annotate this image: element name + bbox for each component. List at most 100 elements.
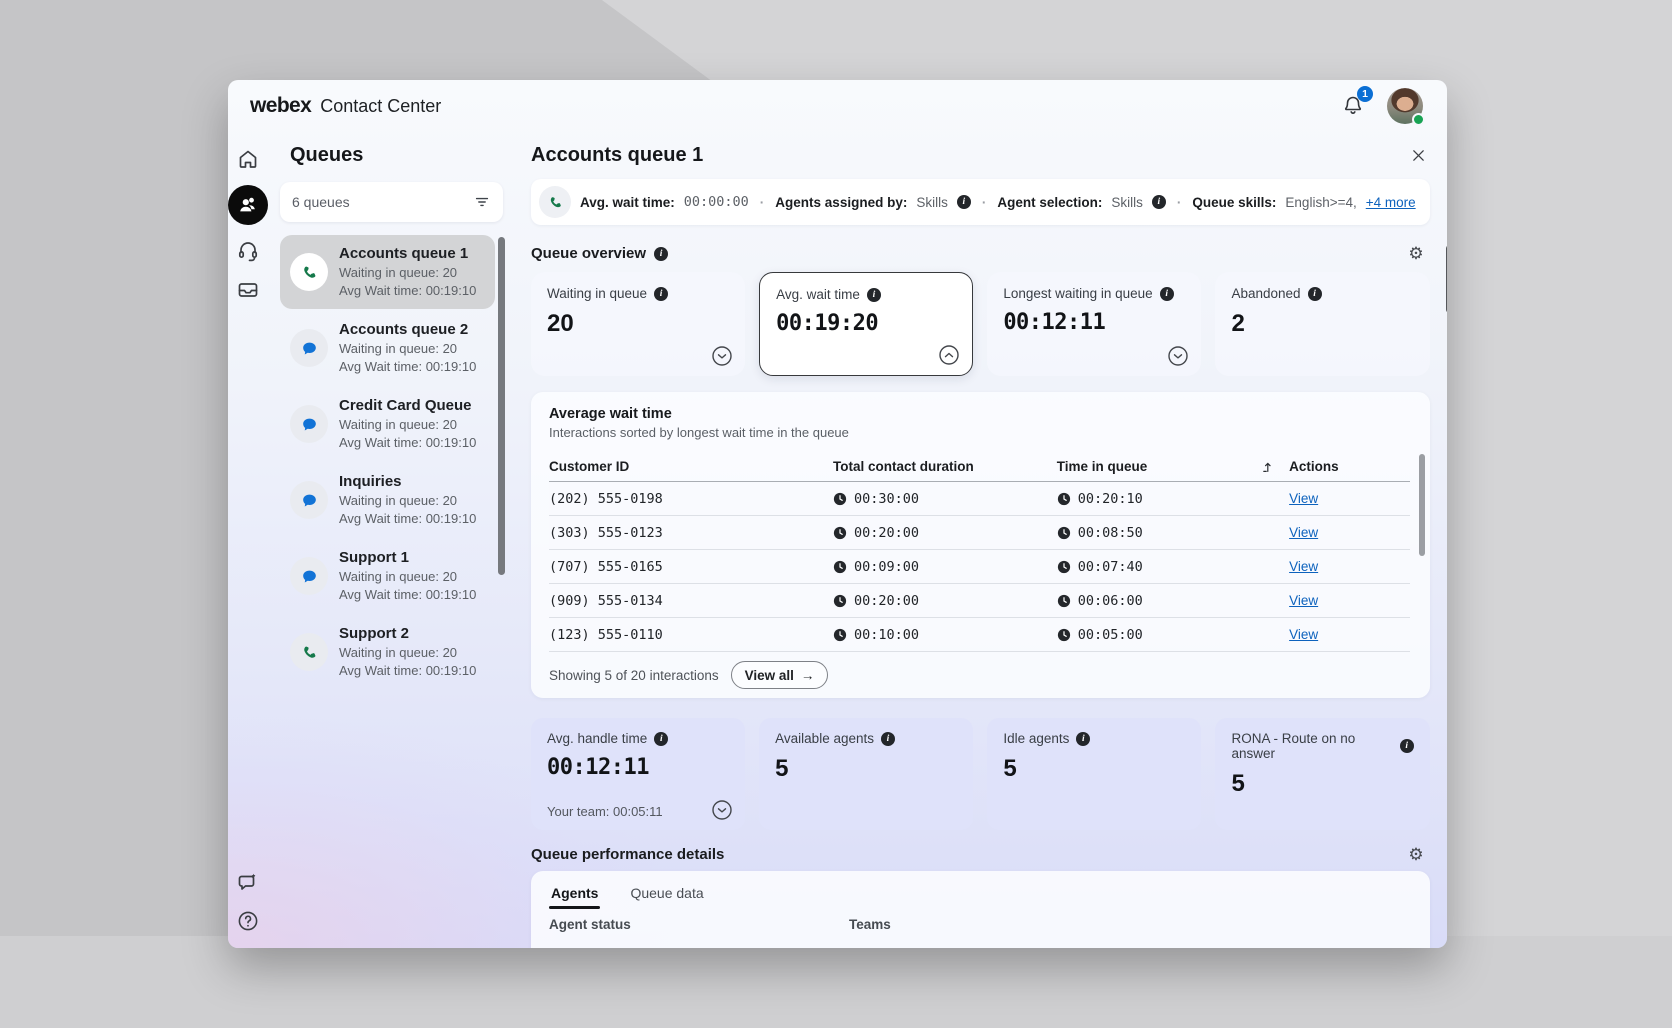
avg-wait-label: Avg. wait time:: [580, 195, 675, 210]
view-all-button[interactable]: View all →: [731, 661, 829, 689]
info-icon[interactable]: [1076, 732, 1090, 746]
user-avatar[interactable]: [1387, 88, 1423, 124]
phone-channel-icon: [539, 186, 571, 218]
clock-icon: [833, 526, 847, 540]
table-scrollbar[interactable]: [1419, 454, 1425, 556]
filter-icon[interactable]: [473, 193, 491, 211]
inbox-icon[interactable]: [235, 277, 261, 303]
separator-dot: ·: [982, 195, 987, 210]
waiting-in-queue-card[interactable]: Waiting in queue 20: [531, 272, 745, 376]
card-value: 00:19:20: [776, 311, 956, 336]
notifications-button[interactable]: 1: [1341, 93, 1367, 119]
view-link[interactable]: View: [1289, 559, 1318, 574]
queue-avg-wait: Avg Wait time: 00:19:10: [339, 434, 476, 452]
agent-selection-value: Skills: [1111, 195, 1143, 210]
view-link[interactable]: View: [1289, 627, 1318, 642]
time-in-queue-cell: 00:06:00: [1078, 593, 1143, 609]
avg-handle-time-card[interactable]: Avg. handle time 00:12:11 Your team: 00:…: [531, 718, 745, 830]
assigned-by-label: Agents assigned by:: [775, 195, 907, 210]
customer-id-cell: (202) 555-0198: [549, 491, 833, 507]
main-scrollbar[interactable]: [1446, 245, 1447, 313]
headset-icon[interactable]: [235, 238, 261, 264]
card-label: Longest waiting in queue: [1003, 286, 1152, 301]
skills-more-link[interactable]: +4 more: [1366, 195, 1416, 210]
clock-icon: [833, 628, 847, 642]
time-in-queue-cell: 00:08:50: [1078, 525, 1143, 541]
duration-cell: 00:09:00: [854, 559, 919, 575]
customer-id-cell: (303) 555-0123: [549, 525, 833, 541]
queue-name: Accounts queue 1: [339, 244, 476, 264]
chevron-up-icon[interactable]: [938, 344, 960, 366]
time-in-queue-cell: 00:07:40: [1078, 559, 1143, 575]
info-icon[interactable]: [654, 287, 668, 301]
queue-skills-value: English>=4,: [1285, 195, 1356, 210]
queue-list-scrollbar[interactable]: [498, 237, 505, 575]
overview-cards-row: Waiting in queue 20 Avg. wait time 00:19…: [531, 272, 1430, 376]
queue-list-item-accounts-queue-2[interactable]: Accounts queue 2 Waiting in queue: 20 Av…: [280, 311, 495, 385]
clock-icon: [1057, 594, 1071, 608]
chevron-down-icon[interactable]: [711, 799, 733, 821]
available-agents-card[interactable]: Available agents 5: [759, 718, 973, 830]
chevron-down-icon[interactable]: [711, 345, 733, 367]
queue-avg-wait: Avg Wait time: 00:19:10: [339, 586, 476, 604]
table-footer-text: Showing 5 of 20 interactions: [549, 668, 719, 683]
info-icon[interactable]: [881, 732, 895, 746]
queue-name: Support 1: [339, 548, 476, 568]
chevron-down-icon[interactable]: [1167, 345, 1189, 367]
tab-agents[interactable]: Agents: [549, 881, 600, 909]
queue-list-item-support-1[interactable]: Support 1 Waiting in queue: 20 Avg Wait …: [280, 539, 495, 613]
info-icon[interactable]: [957, 195, 971, 209]
avg-wait-time-card[interactable]: Avg. wait time 00:19:20: [759, 272, 973, 376]
idle-agents-card[interactable]: Idle agents 5: [987, 718, 1201, 830]
feedback-icon[interactable]: [235, 869, 261, 895]
longest-waiting-card[interactable]: Longest waiting in queue 00:12:11: [987, 272, 1201, 376]
gear-icon[interactable]: [1408, 245, 1423, 262]
card-value: 2: [1231, 310, 1413, 338]
info-icon[interactable]: [654, 732, 668, 746]
tab-queue-data[interactable]: Queue data: [628, 881, 705, 909]
table-row: (909) 555-0134 00:20:00 00:06:00 View: [549, 584, 1410, 618]
queue-list-item-credit-card-queue[interactable]: Credit Card Queue Waiting in queue: 20 A…: [280, 387, 495, 461]
queue-list-item-accounts-queue-1[interactable]: Accounts queue 1 Waiting in queue: 20 Av…: [280, 235, 495, 309]
duration-cell: 00:10:00: [854, 627, 919, 643]
queues-search-input[interactable]: [292, 194, 473, 210]
phone-channel-icon: [290, 253, 328, 291]
card-label: Waiting in queue: [547, 286, 647, 301]
table-row: (202) 555-0198 00:30:00 00:20:10 View: [549, 482, 1410, 516]
chat-channel-icon: [290, 329, 328, 367]
info-icon[interactable]: [1308, 287, 1322, 301]
info-icon[interactable]: [867, 288, 881, 302]
info-icon[interactable]: [654, 247, 668, 261]
queue-list: Accounts queue 1 Waiting in queue: 20 Av…: [280, 235, 503, 689]
rona-card[interactable]: RONA - Route on no answer 5: [1215, 718, 1429, 830]
view-link[interactable]: View: [1289, 491, 1318, 506]
app-header: webex Contact Center 1: [228, 80, 1447, 132]
notification-badge: 1: [1357, 86, 1373, 102]
queues-panel: Queues Accounts qu: [268, 132, 517, 948]
info-icon[interactable]: [1400, 739, 1414, 753]
queues-nav-icon[interactable]: [228, 185, 268, 225]
sort-icon[interactable]: [1259, 459, 1275, 475]
view-link[interactable]: View: [1289, 525, 1318, 540]
chat-channel-icon: [290, 557, 328, 595]
help-icon[interactable]: [235, 908, 261, 934]
queue-waiting: Waiting in queue: 20: [339, 644, 476, 662]
table-header-row: Customer ID Total contact duration Time …: [549, 452, 1410, 482]
performance-tabs: Agents Queue data: [549, 881, 1412, 909]
view-link[interactable]: View: [1289, 593, 1318, 608]
info-icon[interactable]: [1160, 287, 1174, 301]
info-icon[interactable]: [1152, 195, 1166, 209]
queue-avg-wait: Avg Wait time: 00:19:10: [339, 282, 476, 300]
gear-icon[interactable]: [1408, 846, 1423, 863]
view-all-label: View all: [745, 668, 794, 683]
queue-list-item-support-2[interactable]: Support 2 Waiting in queue: 20 Avg Wait …: [280, 615, 495, 689]
customer-id-cell: (909) 555-0134: [549, 593, 833, 609]
abandoned-card[interactable]: Abandoned 2: [1215, 272, 1429, 376]
home-icon[interactable]: [235, 146, 261, 172]
close-icon[interactable]: [1408, 145, 1430, 167]
queue-list-item-inquiries[interactable]: Inquiries Waiting in queue: 20 Avg Wait …: [280, 463, 495, 537]
clock-icon: [1057, 526, 1071, 540]
queue-waiting: Waiting in queue: 20: [339, 568, 476, 586]
clock-icon: [833, 492, 847, 506]
queues-search-box[interactable]: [280, 182, 503, 222]
